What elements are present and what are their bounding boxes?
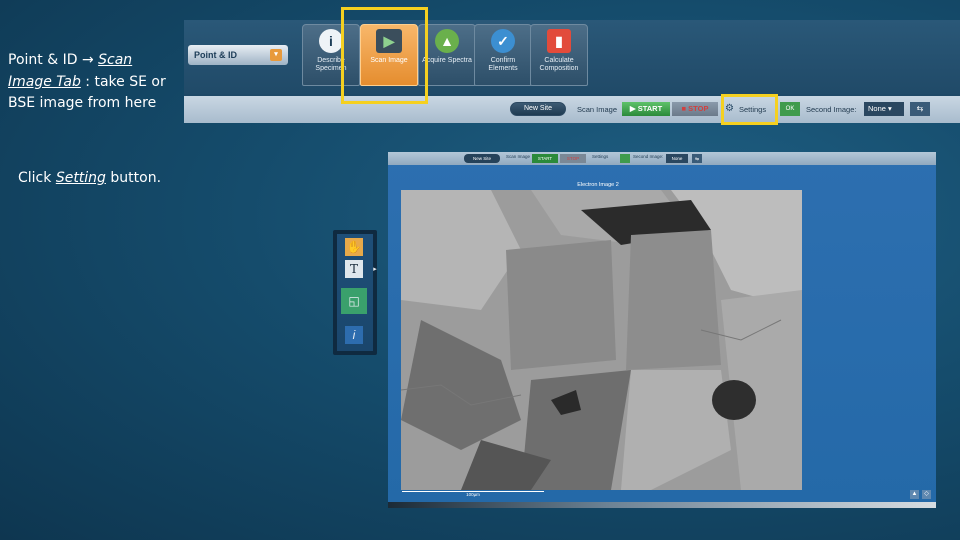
- scan-link: Scan: [98, 52, 133, 68]
- dropdown-icon[interactable]: ▾: [270, 49, 282, 61]
- instruction-line2: : take SE or: [80, 73, 166, 90]
- swap-layout-button[interactable]: ⇆: [910, 102, 930, 116]
- app-stop-button[interactable]: STOP: [560, 154, 586, 163]
- tool-palette: ✋ T ▸ ◱ i: [333, 230, 377, 355]
- image-tab-link: Image Tab: [8, 73, 81, 90]
- start-label: START: [637, 104, 663, 113]
- settings-button[interactable]: Settings: [739, 105, 766, 114]
- micrograph: [401, 190, 802, 490]
- text-tool-icon[interactable]: T: [345, 260, 363, 278]
- zoom-up-icon[interactable]: ▲: [910, 490, 919, 499]
- app-screenshot: New Site Scan Image START STOP Settings …: [388, 152, 936, 508]
- tab-scan-image[interactable]: ▶ Scan Image: [360, 24, 418, 86]
- acquire-spectra-icon: ▲: [435, 29, 459, 53]
- app-start-button[interactable]: START: [532, 154, 558, 163]
- tab-label: Acquire Spectra: [422, 57, 472, 64]
- point-id-label: Point & ID: [194, 50, 237, 60]
- tab-acquire-spectra[interactable]: ▲ Acquire Spectra: [418, 24, 476, 86]
- info-tool-icon[interactable]: i: [345, 326, 363, 344]
- ok-button[interactable]: OK: [780, 102, 800, 116]
- tab-describe-specimen[interactable]: i Describe Specimen: [302, 24, 360, 86]
- tab-label: Calculate Composition: [539, 57, 579, 72]
- hand-tool-icon[interactable]: ✋: [345, 238, 363, 256]
- image-title: Electron Image 2: [577, 182, 619, 188]
- instruction-text: Point & ID → Scan Image Tab : take SE or…: [8, 50, 183, 115]
- crop-tool-icon[interactable]: ◱: [341, 288, 367, 314]
- scale-bar: 100µm: [402, 491, 544, 497]
- gear-icon: ⚙: [725, 103, 734, 114]
- ribbon-bar: Point & ID ▾ i Describe Specimen ▶ Scan …: [184, 20, 960, 94]
- tab-label: Scan Image: [370, 57, 408, 64]
- stop-button[interactable]: ■ STOP: [672, 102, 718, 116]
- expand-arrow-icon[interactable]: ▸: [364, 260, 386, 280]
- click-instruction: Click Setting button.: [18, 170, 161, 186]
- tab-calculate-composition[interactable]: ▮ Calculate Composition: [530, 24, 588, 86]
- scan-toolbar: New Site Scan Image ▶ START ■ STOP ⚙ Set…: [184, 96, 960, 123]
- app-swap-button[interactable]: ⇆: [692, 154, 702, 163]
- tab-label: Confirm Elements: [488, 57, 518, 72]
- second-image-label: Second Image:: [806, 105, 857, 114]
- zoom-fit-icon[interactable]: ◇: [922, 490, 931, 499]
- app-ok-button[interactable]: [620, 154, 630, 163]
- app-second-image-select[interactable]: None: [666, 154, 688, 163]
- start-button[interactable]: ▶ START: [622, 102, 670, 116]
- instruction-line3: BSE image from here: [8, 95, 157, 111]
- app-settings-button[interactable]: Settings: [592, 154, 608, 159]
- tab-label: Describe Specimen: [315, 57, 347, 72]
- info-icon: i: [319, 29, 343, 53]
- tab-confirm-elements[interactable]: ✓ Confirm Elements: [474, 24, 532, 86]
- app-toolbar: New Site Scan Image START STOP Settings …: [388, 152, 936, 165]
- app-new-site-button[interactable]: New Site: [464, 154, 500, 163]
- scale-label: 100µm: [466, 492, 480, 497]
- ok-label: OK: [785, 106, 795, 112]
- scan-image-label: Scan Image: [577, 105, 618, 114]
- click-prefix: Click: [18, 170, 56, 186]
- confirm-elements-icon: ✓: [491, 29, 515, 53]
- click-suffix: button.: [105, 170, 162, 186]
- second-image-select[interactable]: None ▾: [864, 102, 904, 116]
- second-image-value: None: [868, 104, 886, 113]
- new-site-label: New Site: [523, 105, 552, 112]
- scan-image-icon: ▶: [376, 29, 402, 53]
- stop-label: STOP: [688, 104, 709, 113]
- setting-link: Setting: [55, 170, 106, 186]
- ribbon-screenshot: Point & ID ▾ i Describe Specimen ▶ Scan …: [184, 20, 960, 123]
- status-bar: [388, 502, 936, 508]
- app-second-image-label: Second Image:: [633, 154, 664, 159]
- electron-image[interactable]: [401, 190, 802, 490]
- instruction-prefix: Point & ID: [8, 52, 82, 68]
- new-site-button[interactable]: New Site: [510, 102, 566, 116]
- app-scan-image-label: Scan Image: [506, 154, 531, 159]
- calculate-composition-icon: ▮: [547, 29, 571, 53]
- point-id-tab[interactable]: Point & ID ▾: [188, 45, 288, 65]
- arrow-glyph: →: [81, 52, 94, 68]
